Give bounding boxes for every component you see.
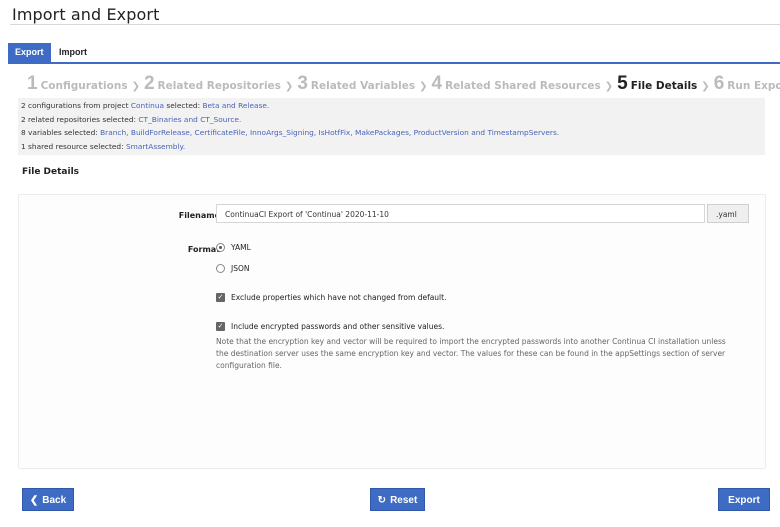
include-encrypted-option[interactable]: ✓ Include encrypted passwords and other …: [216, 322, 444, 331]
export-button[interactable]: Export: [718, 488, 770, 511]
exclude-defaults-checkbox[interactable]: ✓: [216, 293, 225, 302]
variables-link[interactable]: Branch, BuildForRelease, CertificateFile…: [100, 128, 559, 137]
wizard-step-file-details: 5 File Details: [617, 73, 697, 95]
summary-text: 2 configurations from project: [21, 101, 131, 110]
include-encrypted-checkbox[interactable]: ✓: [216, 322, 225, 331]
encryption-note: Note that the encryption key and vector …: [216, 337, 726, 370]
wizard-step-run-export: 6Run Export: [714, 73, 780, 95]
checkbox-label: Include encrypted passwords and other se…: [231, 322, 445, 331]
wizard-steps: 1 Configurations ❯ 2 Related Repositories ❯ 3 R…: [27, 73, 780, 95]
wizard-step-related-variables[interactable]: 3 Related Variables: [297, 73, 415, 95]
shared-resources-link[interactable]: SmartAssembly.: [126, 142, 185, 151]
repositories-link[interactable]: CT_Binaries and CT_Source.: [138, 115, 241, 124]
page-title: Import and Export: [12, 5, 160, 24]
step-label: File Details: [630, 80, 698, 92]
wizard-step-related-shared-resources[interactable]: 4 Related Shared Resources: [431, 73, 600, 95]
radio-json[interactable]: [216, 264, 225, 273]
reset-button[interactable]: ↻ Reset: [370, 488, 425, 511]
step-label: Related Shared Resources: [445, 80, 601, 92]
format-option-yaml[interactable]: YAML: [216, 243, 251, 252]
button-label: Export: [728, 495, 760, 506]
checkbox-label: Exclude properties which have not change…: [231, 293, 447, 302]
chevron-right-icon: ❯: [284, 81, 294, 92]
refresh-icon: ↻: [377, 495, 387, 506]
summary-variables: 8 variables selected: Branch, BuildForRe…: [18, 126, 765, 140]
chevron-left-icon: ❮: [29, 495, 39, 506]
format-label: Format: [187, 245, 220, 254]
format-option-json[interactable]: JSON: [216, 264, 250, 273]
file-extension-addon: .yaml: [707, 204, 749, 223]
button-label: Reset: [390, 495, 418, 506]
project-link[interactable]: Continua: [131, 101, 164, 110]
selection-summary: 2 configurations from project Continua s…: [18, 98, 765, 155]
filename-label: Filename: [178, 211, 220, 220]
step-label: Related Repositories: [157, 80, 281, 92]
configurations-link[interactable]: Beta and Release.: [202, 101, 269, 110]
step-number: 6: [713, 73, 725, 94]
step-number: 5: [617, 73, 628, 94]
summary-shared-resources: 1 shared resource selected: SmartAssembl…: [18, 140, 765, 154]
summary-text: 2 related repositories selected:: [21, 114, 139, 124]
section-title: File Details: [22, 167, 80, 177]
radio-label: YAML: [231, 243, 251, 252]
chevron-right-icon: ❯: [131, 81, 140, 92]
chevron-right-icon: ❯: [604, 81, 614, 92]
wizard-step-related-repositories[interactable]: 2 Related Repositories: [144, 73, 281, 95]
summary-configurations: 2 configurations from project Continua s…: [18, 99, 765, 113]
tab-export[interactable]: Export: [8, 43, 51, 62]
radio-yaml[interactable]: [216, 243, 225, 252]
tab-bar: Export Import: [8, 43, 780, 64]
step-label: Run Export: [727, 80, 780, 92]
step-number: 3: [297, 73, 308, 94]
chevron-right-icon: ❯: [419, 81, 428, 92]
summary-text: 8 variables selected:: [21, 128, 101, 137]
summary-repositories: 2 related repositories selected: CT_Bina…: [18, 113, 765, 127]
step-number: 4: [431, 73, 443, 94]
wizard-step-configurations[interactable]: 1 Configurations: [27, 73, 128, 95]
chevron-right-icon: ❯: [701, 81, 710, 92]
radio-label: JSON: [231, 264, 250, 273]
title-divider: [10, 24, 780, 25]
step-label: Related Variables: [310, 80, 416, 92]
step-label: Configurations: [40, 80, 128, 92]
summary-text: selected:: [164, 101, 203, 110]
filename-input[interactable]: ContinuaCI Export of 'Continua' 2020-11-…: [216, 204, 705, 223]
step-number: 2: [143, 73, 155, 94]
back-button[interactable]: ❮ Back: [22, 488, 74, 511]
file-details-panel: Filename ContinuaCI Export of 'Continua'…: [18, 194, 766, 469]
button-label: Back: [42, 495, 67, 506]
step-number: 1: [27, 73, 38, 94]
tab-import[interactable]: Import: [52, 43, 94, 62]
summary-text: 1 shared resource selected:: [21, 141, 126, 151]
exclude-defaults-option[interactable]: ✓ Exclude properties which have not chan…: [216, 293, 446, 302]
